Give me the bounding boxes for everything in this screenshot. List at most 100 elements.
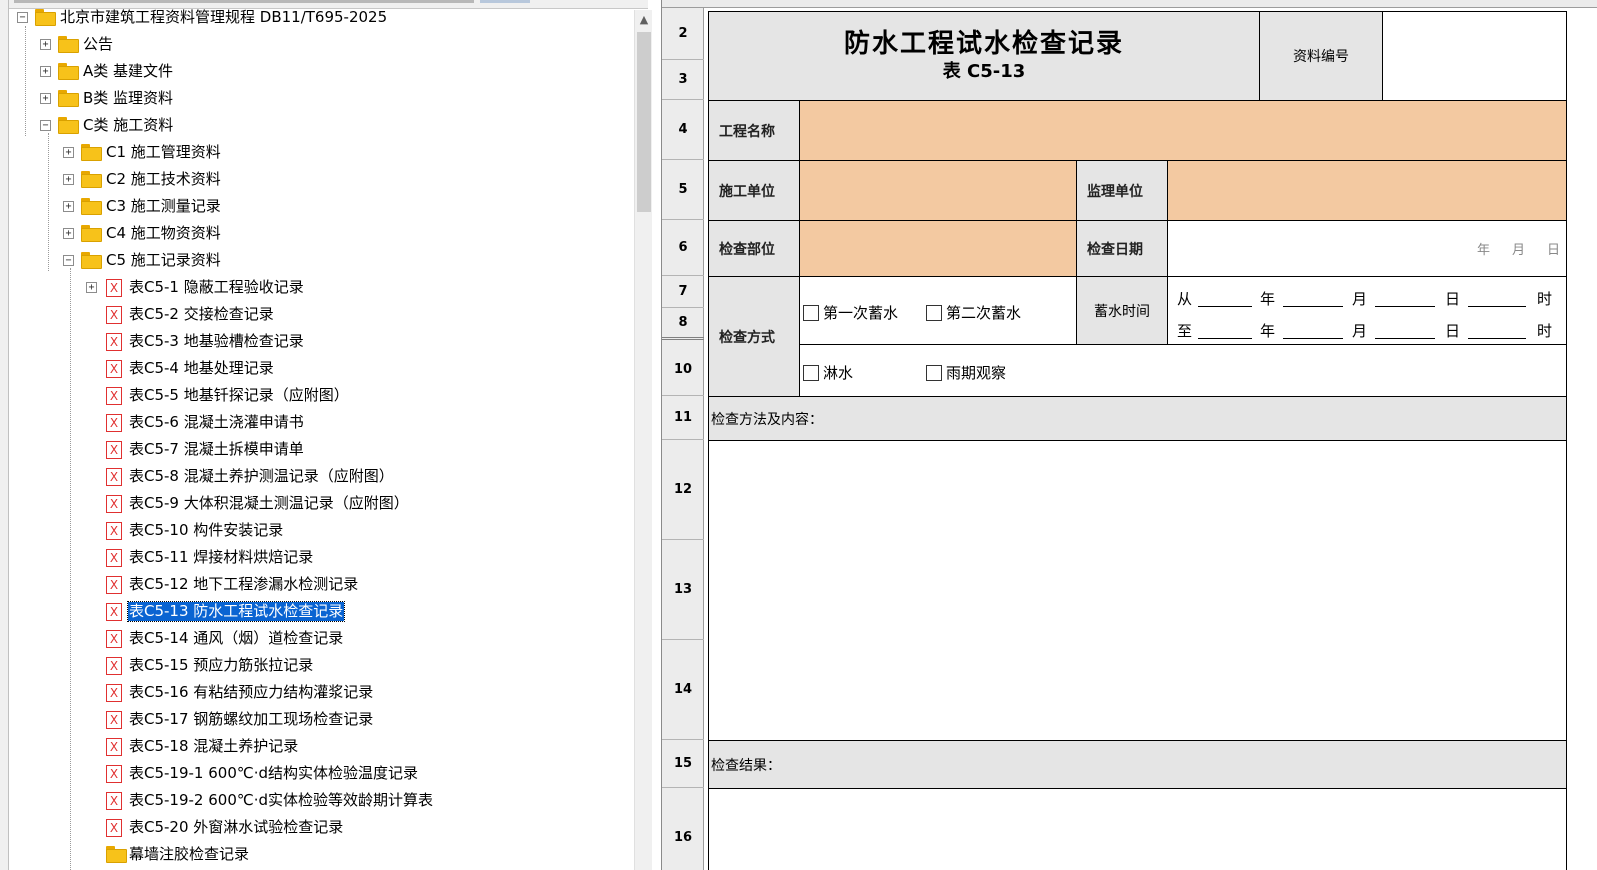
expand-icon[interactable]: + xyxy=(40,93,51,104)
tree-form-item[interactable]: X 表C5-16 有粘结预应力结构灌浆记录 xyxy=(10,679,646,706)
row-header-13[interactable]: 13 xyxy=(662,540,704,640)
row-header-6[interactable]: 6 xyxy=(662,220,704,276)
sprinkle-label: 淋水 xyxy=(823,364,854,382)
tree-form-item[interactable]: X 表C5-6 混凝土浇灌申请书 xyxy=(10,409,646,436)
supervisor-input[interactable] xyxy=(1167,160,1567,221)
row-header-7[interactable]: 7 xyxy=(662,276,704,308)
first-storage-option[interactable]: 第一次蓄水 xyxy=(803,302,898,323)
rain-observe-checkbox[interactable] xyxy=(926,364,942,381)
result-label-cell[interactable]: 检查结果： xyxy=(708,740,1567,789)
tree-item-c[interactable]: − C类 施工资料 xyxy=(10,112,646,139)
tree-item-announcement[interactable]: + 公告 xyxy=(10,31,646,58)
tree-form-item[interactable]: X 表C5-15 预应力筋张拉记录 xyxy=(10,652,646,679)
row-header-11[interactable]: 11 xyxy=(662,396,704,440)
tree-form-item[interactable]: 幕墙注胶检查记录 xyxy=(10,841,646,868)
inspect-part-input[interactable] xyxy=(799,220,1077,277)
storage-time-label-cell[interactable]: 蓄水时间 xyxy=(1076,276,1168,345)
tree-item-label: C2 施工技术资料 xyxy=(106,170,221,188)
collapse-icon[interactable]: − xyxy=(17,12,28,23)
from-month-field[interactable] xyxy=(1283,306,1343,307)
tree-item-c5[interactable]: − C5 施工记录资料 xyxy=(10,247,646,274)
expand-icon[interactable]: + xyxy=(40,39,51,50)
first-storage-checkbox[interactable] xyxy=(803,304,819,321)
tree-form-item[interactable]: X 表C5-3 地基验槽检查记录 xyxy=(10,328,646,355)
expand-icon[interactable]: + xyxy=(40,66,51,77)
tree-form-item[interactable]: X 表C5-7 混凝土拆模申请单 xyxy=(10,436,646,463)
row-header-16[interactable]: 16 xyxy=(662,788,704,870)
method-label-cell[interactable]: 检查方式 xyxy=(708,276,800,397)
rain-observe-option[interactable]: 雨期观察 xyxy=(926,362,1006,383)
result-content-area[interactable] xyxy=(708,788,1567,870)
from-day-field[interactable] xyxy=(1375,306,1435,307)
method-content-label-cell[interactable]: 检查方法及内容： xyxy=(708,396,1567,441)
scroll-thumb[interactable] xyxy=(637,32,651,212)
sprinkle-option[interactable]: 淋水 xyxy=(803,362,853,383)
tree-form-item[interactable]: X 表C5-9 大体积混凝土测温记录（应附图） xyxy=(10,490,646,517)
tree-scrollbar[interactable]: ▲ xyxy=(634,10,652,870)
tree-form-item[interactable]: X 表C5-11 焊接材料烘焙记录 xyxy=(10,544,646,571)
row-header-2[interactable]: 2 xyxy=(662,8,704,60)
second-storage-checkbox[interactable] xyxy=(926,304,942,321)
collapse-icon[interactable]: − xyxy=(63,255,74,266)
tree-item-c4[interactable]: + C4 施工物资资料 xyxy=(10,220,646,247)
inspect-part-label-cell[interactable]: 检查部位 xyxy=(708,220,800,277)
tree-form-item[interactable]: X 表C5-18 混凝土养护记录 xyxy=(10,733,646,760)
tree-form-item[interactable]: X 表C5-17 钢筋螺纹加工现场检查记录 xyxy=(10,706,646,733)
expand-icon[interactable]: + xyxy=(63,201,74,212)
tree-item-a[interactable]: + A类 基建文件 xyxy=(10,58,646,85)
contractor-label-cell[interactable]: 施工单位 xyxy=(708,160,800,221)
tree-item-c1[interactable]: + C1 施工管理资料 xyxy=(10,139,646,166)
expand-icon[interactable]: + xyxy=(63,174,74,185)
tree-form-item[interactable]: X 表C5-12 地下工程渗漏水检测记录 xyxy=(10,571,646,598)
contractor-input[interactable] xyxy=(799,160,1077,221)
tree-item-c2[interactable]: + C2 施工技术资料 xyxy=(10,166,646,193)
second-storage-option[interactable]: 第二次蓄水 xyxy=(926,302,1021,323)
to-month-field[interactable] xyxy=(1283,338,1343,339)
row-header-5[interactable]: 5 xyxy=(662,160,704,220)
tree-root[interactable]: − 北京市建筑工程资料管理规程 DB11/T695-2025 xyxy=(10,4,646,31)
tree-form-item[interactable]: X 表C5-10 构件安装记录 xyxy=(10,517,646,544)
excel-file-icon: X xyxy=(106,495,122,513)
sprinkle-checkbox[interactable] xyxy=(803,364,819,381)
tree-form-item[interactable]: X 表C5-14 通风（烟）道检查记录 xyxy=(10,625,646,652)
row-header-10[interactable]: 10 xyxy=(662,344,704,396)
row-header-3[interactable]: 3 xyxy=(662,60,704,100)
to-year-field[interactable] xyxy=(1198,338,1252,339)
row-header-14[interactable]: 14 xyxy=(662,640,704,740)
expand-icon[interactable]: + xyxy=(86,282,97,293)
row-header-12[interactable]: 12 xyxy=(662,440,704,540)
scroll-up-icon[interactable]: ▲ xyxy=(635,10,653,30)
excel-file-icon: X xyxy=(106,441,122,459)
expand-icon[interactable]: + xyxy=(63,147,74,158)
doc-no-value-cell[interactable] xyxy=(1382,11,1567,101)
tree-form-item[interactable]: X 表C5-4 地基处理记录 xyxy=(10,355,646,382)
to-day-field[interactable] xyxy=(1375,338,1435,339)
method-content-area[interactable] xyxy=(708,440,1567,741)
from-year-field[interactable] xyxy=(1198,306,1252,307)
tree-item-b[interactable]: + B类 监理资料 xyxy=(10,85,646,112)
tree-form-item[interactable]: X 表C5-2 交接检查记录 xyxy=(10,301,646,328)
tree-form-item[interactable]: X 表C5-8 混凝土养护测温记录（应附图） xyxy=(10,463,646,490)
tree-form-item[interactable]: X 表C5-5 地基钎探记录（应附图） xyxy=(10,382,646,409)
supervisor-label-cell[interactable]: 监理单位 xyxy=(1076,160,1168,221)
from-hour-field[interactable] xyxy=(1468,306,1526,307)
tree-form-item-selected[interactable]: X 表C5-13 防水工程试水检查记录 xyxy=(10,598,646,625)
doc-no-label-cell[interactable]: 资料编号 xyxy=(1259,11,1383,101)
tree-form-item[interactable]: X 表C5-19-2 600℃·d实体检验等效龄期计算表 xyxy=(10,787,646,814)
row-header-4[interactable]: 4 xyxy=(662,100,704,160)
project-name-input[interactable] xyxy=(799,100,1567,161)
tree-form-item[interactable]: X 表C5-19-1 600℃·d结构实体检验温度记录 xyxy=(10,760,646,787)
form-title-cell[interactable]: 防水工程试水检查记录 表 C5-13 xyxy=(708,11,1260,101)
collapse-icon[interactable]: − xyxy=(40,120,51,131)
excel-file-icon: X xyxy=(106,387,122,405)
to-hour-field[interactable] xyxy=(1468,338,1526,339)
tree-form-item[interactable]: X 表C5-20 外窗淋水试验检查记录 xyxy=(10,814,646,841)
row-header-15[interactable]: 15 xyxy=(662,740,704,788)
expand-icon[interactable]: + xyxy=(63,228,74,239)
tree-item-c3[interactable]: + C3 施工测量记录 xyxy=(10,193,646,220)
row-header-8[interactable]: 8 xyxy=(662,308,704,340)
inspect-date-input[interactable]: 年 月 日 xyxy=(1167,220,1567,277)
tree-form-item[interactable]: + X 表C5-1 隐蔽工程验收记录 xyxy=(10,274,646,301)
inspect-date-label-cell[interactable]: 检查日期 xyxy=(1076,220,1168,277)
project-name-label-cell[interactable]: 工程名称 xyxy=(708,100,800,161)
